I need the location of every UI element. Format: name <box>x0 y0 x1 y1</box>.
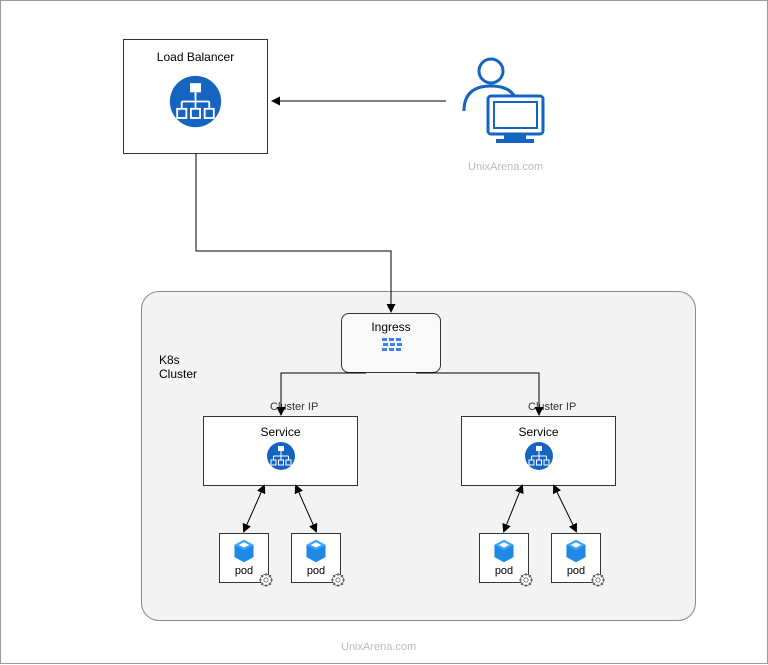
load-balancer-label: Load Balancer <box>157 50 234 64</box>
service-box-1: Service <box>203 416 358 486</box>
pod-icon <box>231 538 257 564</box>
pod-box-1: pod <box>219 533 269 583</box>
user-icon <box>446 56 556 156</box>
k8s-cluster-label: K8s Cluster <box>159 353 197 381</box>
load-balancer-icon <box>168 74 223 129</box>
service-label-2: Service <box>518 425 558 439</box>
gear-icon <box>331 573 345 587</box>
pod-box-3: pod <box>479 533 529 583</box>
ingress-box: Ingress <box>341 313 441 373</box>
service-label-1: Service <box>260 425 300 439</box>
diagram-canvas: Load Balancer K8s Cluster Ingress Cluste… <box>0 0 768 664</box>
gear-icon <box>519 573 533 587</box>
pod-icon <box>563 538 589 564</box>
gear-icon <box>259 573 273 587</box>
load-balancer-box: Load Balancer <box>123 39 268 154</box>
pod-label-2: pod <box>307 565 325 577</box>
pod-box-2: pod <box>291 533 341 583</box>
cluster-ip-label-1: Cluster IP <box>270 401 318 413</box>
watermark-1: UnixArena.com <box>468 161 543 173</box>
pod-label-4: pod <box>567 565 585 577</box>
cluster-ip-label-2: Cluster IP <box>528 401 576 413</box>
firewall-icon <box>379 338 403 356</box>
ingress-label: Ingress <box>371 320 410 334</box>
pod-icon <box>491 538 517 564</box>
watermark-2: UnixArena.com <box>341 641 416 653</box>
gear-icon <box>591 573 605 587</box>
pod-icon <box>303 538 329 564</box>
pod-label-1: pod <box>235 565 253 577</box>
service-icon <box>266 441 296 471</box>
pod-label-3: pod <box>495 565 513 577</box>
service-box-2: Service <box>461 416 616 486</box>
pod-box-4: pod <box>551 533 601 583</box>
service-icon <box>524 441 554 471</box>
